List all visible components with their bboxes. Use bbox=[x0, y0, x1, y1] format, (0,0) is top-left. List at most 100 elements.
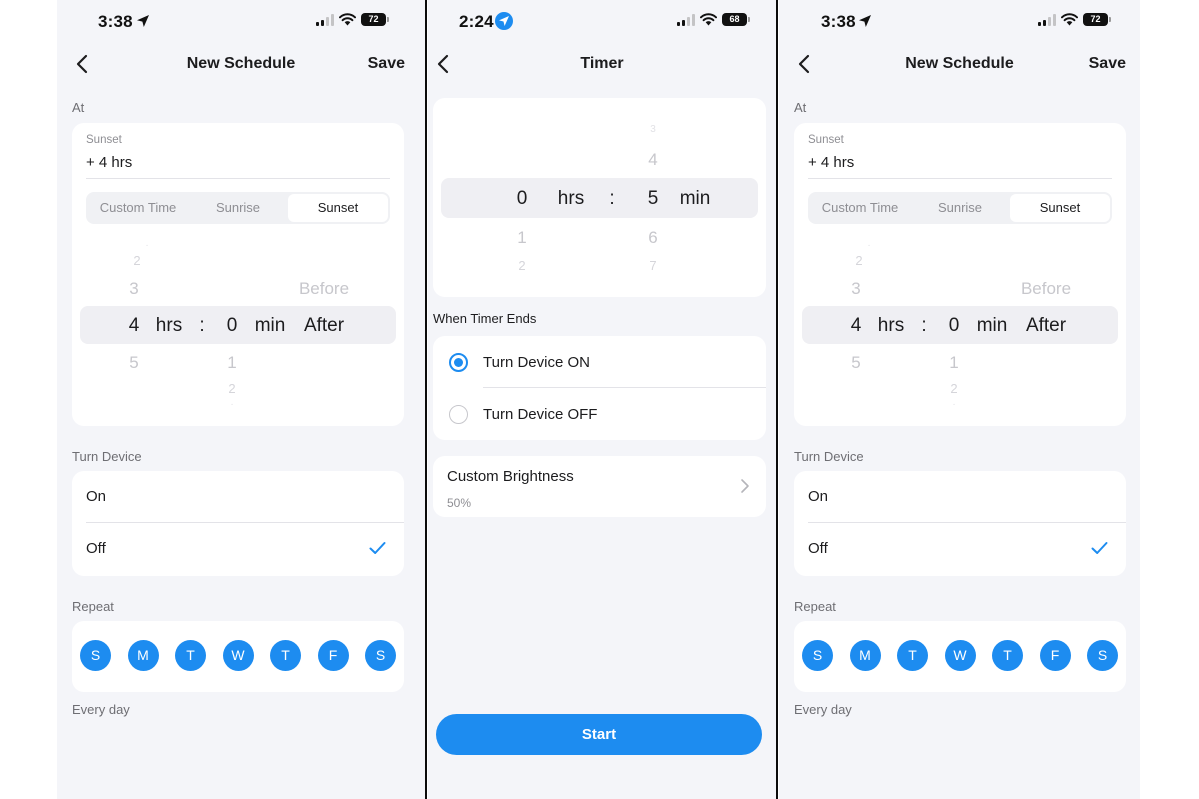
hour-wheel-selected[interactable]: 4 bbox=[119, 315, 149, 337]
day-saturday[interactable]: S bbox=[1087, 640, 1118, 671]
nav-bar: Timer bbox=[428, 50, 776, 78]
minute-wheel-item[interactable]: 2 bbox=[217, 381, 247, 396]
minute-wheel-selected[interactable]: 0 bbox=[217, 315, 247, 337]
page-title: Timer bbox=[580, 55, 624, 72]
segment-custom-time[interactable]: Custom Time bbox=[810, 194, 910, 222]
minute-wheel-item[interactable]: 7 bbox=[638, 258, 668, 273]
repeat-section-label: Repeat bbox=[72, 599, 114, 614]
minute-wheel-item: · bbox=[230, 399, 234, 410]
minute-wheel-item[interactable]: 2 bbox=[939, 381, 969, 396]
nav-bar: New Schedule Save bbox=[779, 50, 1140, 78]
wifi-icon bbox=[1061, 13, 1078, 26]
hour-wheel-item: · bbox=[145, 240, 149, 251]
hour-wheel-item[interactable]: 1 bbox=[507, 228, 537, 248]
hours-unit-label: hrs bbox=[557, 188, 585, 209]
day-monday[interactable]: M bbox=[127, 640, 159, 671]
when-timer-ends-label: When Timer Ends bbox=[433, 311, 537, 326]
checkmark-icon bbox=[1091, 542, 1108, 554]
segment-sunset[interactable]: Sunset bbox=[1010, 194, 1110, 222]
picker-colon: : bbox=[199, 315, 205, 336]
page-title: New Schedule bbox=[905, 55, 1014, 72]
turn-device-card: On Off bbox=[72, 471, 404, 576]
picker-colon: : bbox=[921, 315, 927, 336]
schedule-screen-right: 3:38 72 New Schedule Save At Sunset + 4 … bbox=[779, 0, 1140, 799]
weekday-selector: S M T W T F S bbox=[802, 640, 1118, 671]
picker-colon: : bbox=[609, 188, 615, 209]
cellular-signal-icon bbox=[316, 13, 334, 26]
minute-wheel-selected[interactable]: 5 bbox=[638, 188, 668, 210]
turn-device-off-row[interactable]: Off bbox=[72, 523, 404, 575]
minute-wheel-item[interactable]: 4 bbox=[638, 150, 668, 170]
option-label: On bbox=[86, 488, 107, 505]
status-bar: 3:38 72 bbox=[57, 10, 425, 34]
save-button[interactable]: Save bbox=[368, 55, 405, 73]
time-offset-value[interactable]: + 4 hrs bbox=[86, 154, 132, 171]
direction-wheel-item[interactable]: Before bbox=[288, 279, 360, 299]
chevron-right-icon bbox=[741, 479, 749, 493]
day-friday[interactable]: F bbox=[1039, 640, 1071, 671]
direction-wheel-selected[interactable]: After bbox=[1010, 315, 1082, 337]
direction-wheel-selected[interactable]: After bbox=[288, 315, 360, 337]
day-wednesday[interactable]: W bbox=[944, 640, 976, 671]
repeat-summary: Every day bbox=[794, 702, 852, 717]
save-button[interactable]: Save bbox=[1089, 55, 1126, 73]
turn-device-off-row[interactable]: Off bbox=[794, 523, 1126, 575]
row-separator bbox=[483, 387, 766, 388]
hour-wheel-item[interactable]: 2 bbox=[507, 258, 537, 273]
segment-sunrise[interactable]: Sunrise bbox=[188, 194, 288, 222]
hour-wheel-item[interactable]: 2 bbox=[122, 253, 152, 268]
turn-device-on-option[interactable]: Turn Device ON bbox=[483, 354, 590, 371]
radio-unselected-icon[interactable] bbox=[449, 405, 468, 424]
hour-wheel-item[interactable]: 5 bbox=[119, 353, 149, 373]
panel-divider bbox=[425, 0, 427, 799]
day-friday[interactable]: F bbox=[317, 640, 349, 671]
battery-icon: 68 bbox=[722, 13, 750, 26]
time-card: Sunset + 4 hrs Custom Time Sunrise Sunse… bbox=[72, 123, 404, 426]
segment-sunset[interactable]: Sunset bbox=[288, 194, 388, 222]
day-monday[interactable]: M bbox=[849, 640, 881, 671]
minute-wheel-item[interactable]: 1 bbox=[217, 353, 247, 373]
hour-wheel-selected[interactable]: 4 bbox=[841, 315, 871, 337]
option-label: Off bbox=[86, 540, 106, 557]
location-arrow-icon bbox=[859, 15, 871, 27]
segment-custom-time[interactable]: Custom Time bbox=[88, 194, 188, 222]
location-arrow-circle-icon bbox=[495, 12, 513, 30]
weekday-selector: S M T W T F S bbox=[80, 640, 396, 671]
day-sunday[interactable]: S bbox=[80, 640, 111, 671]
minute-wheel-selected[interactable]: 0 bbox=[939, 315, 969, 337]
turn-device-on-row[interactable]: On bbox=[794, 471, 1126, 523]
day-thursday[interactable]: T bbox=[270, 640, 301, 671]
minute-wheel-item[interactable]: 1 bbox=[939, 353, 969, 373]
minutes-unit-label: min bbox=[976, 315, 1008, 336]
comparison-screenshot: 3:38 72 New Schedule Save At Sunset + 4 … bbox=[0, 0, 1199, 799]
hour-wheel-selected[interactable]: 0 bbox=[507, 188, 537, 210]
day-sunday[interactable]: S bbox=[802, 640, 833, 671]
day-saturday[interactable]: S bbox=[365, 640, 396, 671]
status-bar: 2:24 68 bbox=[428, 10, 776, 34]
minute-wheel-item[interactable]: 6 bbox=[638, 228, 668, 248]
custom-brightness-value: 50% bbox=[447, 496, 472, 510]
turn-device-on-row[interactable]: On bbox=[72, 471, 404, 523]
minute-wheel-item[interactable]: 3 bbox=[638, 124, 668, 135]
hours-unit-label: hrs bbox=[155, 315, 183, 336]
day-thursday[interactable]: T bbox=[992, 640, 1023, 671]
direction-wheel-item[interactable]: Before bbox=[1010, 279, 1082, 299]
hour-wheel-item[interactable]: 5 bbox=[841, 353, 871, 373]
hour-wheel-item[interactable]: 2 bbox=[844, 253, 874, 268]
minutes-unit-label: min bbox=[679, 188, 711, 209]
repeat-summary: Every day bbox=[72, 702, 130, 717]
turn-device-off-option[interactable]: Turn Device OFF bbox=[483, 406, 597, 423]
day-tuesday[interactable]: T bbox=[175, 640, 206, 671]
minutes-unit-label: min bbox=[254, 315, 286, 336]
timer-screen: 2:24 68 Timer 0 1 2 hrs : 3 4 5 6 7 min … bbox=[428, 0, 776, 799]
start-button[interactable]: Start bbox=[436, 714, 762, 755]
segment-sunrise[interactable]: Sunrise bbox=[910, 194, 1010, 222]
cellular-signal-icon bbox=[677, 13, 695, 26]
custom-brightness-row[interactable]: Custom Brightness 50% bbox=[433, 456, 766, 517]
hour-wheel-item[interactable]: 3 bbox=[841, 279, 871, 299]
time-offset-value[interactable]: + 4 hrs bbox=[808, 154, 854, 171]
day-wednesday[interactable]: W bbox=[222, 640, 254, 671]
day-tuesday[interactable]: T bbox=[897, 640, 928, 671]
hour-wheel-item[interactable]: 3 bbox=[119, 279, 149, 299]
radio-selected-icon[interactable] bbox=[449, 353, 468, 372]
